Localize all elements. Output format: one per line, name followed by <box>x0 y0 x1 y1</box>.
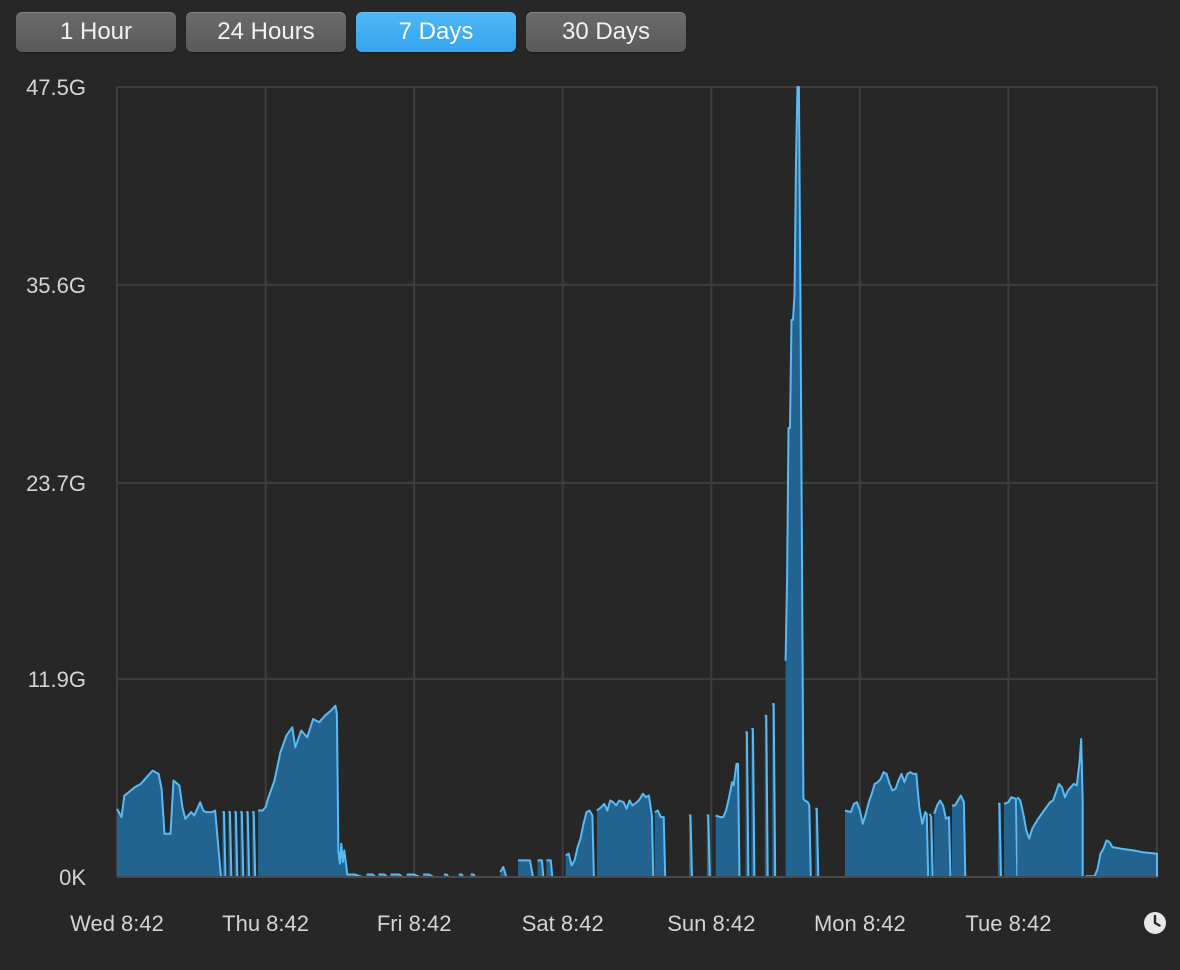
x-tick-label-5: Mon 8:42 <box>814 911 906 936</box>
area-segment-25 <box>715 763 740 877</box>
y-tick-label-4: 47.5G <box>26 75 86 100</box>
grid-lines <box>116 86 1158 877</box>
x-tick-label-4: Sun 8:42 <box>667 911 755 936</box>
area-segment-32 <box>845 772 929 877</box>
clock-icon[interactable] <box>1143 911 1167 935</box>
x-tick-label-3: Sat 8:42 <box>522 911 604 936</box>
y-tick-label-1: 11.9G <box>28 667 86 692</box>
x-tick-label-2: Fri 8:42 <box>377 911 452 936</box>
y-tick-label-2: 23.7G <box>26 471 86 496</box>
x-tick-label-6: Tue 8:42 <box>965 911 1051 936</box>
area-segment-34 <box>934 800 951 877</box>
area-segment-38 <box>1017 739 1086 877</box>
y-tick-label-3: 35.6G <box>26 273 86 298</box>
y-tick-label-0: 0K <box>59 865 86 890</box>
area-segment-0 <box>117 770 221 877</box>
x-tick-label-0: Wed 8:42 <box>70 911 164 936</box>
x-tick-label-1: Thu 8:42 <box>222 911 309 936</box>
usage-area-chart: 0K 11.9G 23.7G 35.6G 47.5G Wed 8:42 Thu 8:42 Fr… <box>26 75 1158 936</box>
